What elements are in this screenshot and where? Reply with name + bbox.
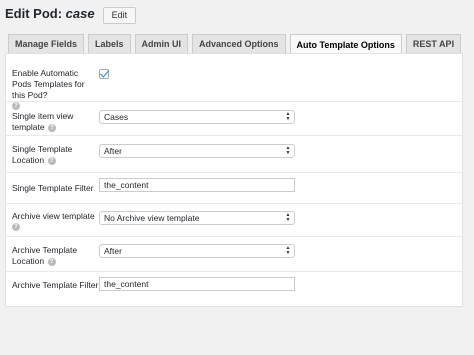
tab-auto-template-options[interactable]: Auto Template Options [289,34,402,54]
archive-template-location-value: After [104,246,122,256]
archive-template-filter-label: Archive Template Filter [12,280,99,290]
archive-view-template-select[interactable]: No Archive view template ▲ ▼ [99,211,295,225]
archive-template-location-label: Archive Template Location ? [12,245,98,267]
tab-advanced-options[interactable]: Advanced Options [192,34,286,53]
page-title-prefix: Edit Pod: [5,5,63,21]
archive-view-template-text: Archive view template [12,211,95,221]
tab-admin-ui[interactable]: Admin UI [134,34,189,53]
single-template-location-select[interactable]: After ▲ ▼ [99,144,295,158]
page-title: Edit Pod: case [5,6,95,21]
edit-button[interactable]: Edit [102,6,137,24]
help-icon[interactable]: ? [12,223,20,231]
row-single-template-location: Single Template Location ? After ▲ ▼ [6,136,462,173]
row-single-item-template: Single item view template ? Cases ▲ ▼ [6,102,462,136]
tab-rest-api[interactable]: REST API [405,34,462,53]
pod-name: case [65,5,95,21]
single-item-template-label: Single item view template ? [12,111,98,133]
enable-auto-text: Enable Automatic Pods Templates for this… [12,68,85,100]
select-arrows-icon: ▲ ▼ [285,212,291,223]
row-archive-view-template: Archive view template ? No Archive view … [6,204,462,237]
archive-view-template-value: No Archive view template [104,213,200,223]
single-template-location-value: After [104,146,122,156]
row-archive-template-filter: Archive Template Filter the_content [6,272,462,308]
single-template-filter-label: Single Template Filter [12,183,94,193]
archive-view-template-label: Archive view template ? [12,211,98,231]
single-template-location-label: Single Template Location ? [12,144,98,166]
single-item-template-select[interactable]: Cases ▲ ▼ [99,110,295,124]
archive-template-location-text: Archive Template Location [12,245,78,266]
archive-template-location-select[interactable]: After ▲ ▼ [99,244,295,258]
help-icon[interactable]: ? [47,123,56,132]
tab-labels[interactable]: Labels [88,34,131,53]
single-template-location-text: Single Template Location [12,144,73,165]
help-icon[interactable]: ? [47,257,56,266]
options-panel: Enable Automatic Pods Templates for this… [5,53,463,307]
row-enable-auto: Enable Automatic Pods Templates for this… [6,54,462,110]
select-arrows-icon: ▲ ▼ [285,145,291,156]
select-arrows-icon: ▲ ▼ [285,111,291,122]
page-header: Edit Pod: case Edit [5,4,137,24]
tab-manage-fields[interactable]: Manage Fields [8,34,85,53]
archive-template-filter-input[interactable]: the_content [99,277,295,291]
help-icon[interactable]: ? [47,156,56,165]
single-template-filter-input[interactable]: the_content [99,178,295,192]
single-item-template-text: Single item view template [12,111,74,132]
single-item-template-value: Cases [104,112,129,122]
tab-bar: Manage Fields Labels Admin UI Advanced O… [8,34,465,54]
row-archive-template-location: Archive Template Location ? After ▲ ▼ [6,237,462,272]
select-arrows-icon: ▲ ▼ [285,245,291,256]
row-single-template-filter: Single Template Filter the_content [6,173,462,204]
enable-auto-checkbox[interactable] [99,69,109,79]
